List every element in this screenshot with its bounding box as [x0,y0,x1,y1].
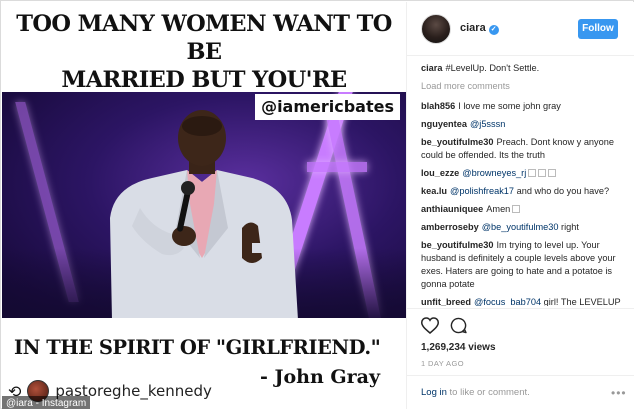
comment-icon[interactable] [450,317,467,334]
comment-username[interactable]: be_youtifulme30 [421,240,494,250]
comment-item: nguyentea @j5sssn [421,118,625,131]
heart-icon[interactable] [421,317,439,334]
author-username[interactable]: ciara ✓ [460,22,499,35]
comment-item: be_youtifulme30 Im trying to level up. Yo… [421,239,625,291]
comment-username[interactable]: blah856 [421,101,455,111]
author-avatar[interactable] [421,14,451,44]
comment-text: girl! The LEVELUP [543,297,621,306]
comment-item: lou_ezze @browneyes_rj [421,167,625,180]
post-media[interactable]: TOO MANY WOMEN WANT TO BE MARRIED BUT YO… [2,2,406,409]
add-comment-bar: Log in to like or comment. ••• [407,375,634,409]
post-caption: ciara #LevelUp. Don't Settle. [421,62,625,75]
instagram-source-tag: @iara - Instagram [2,396,91,409]
load-more-comments-link[interactable]: Load more comments [421,80,625,93]
meme-bottom-caption: IN THE SPIRIT OF "GIRLFRIEND." [14,336,381,359]
video-frame[interactable]: @iamericbates [2,92,406,318]
verified-badge-icon: ✓ [488,25,499,35]
comment-item: anthiauniquee Amen [421,203,625,216]
comment-item: amberroseby @be_youtifulme30 right [421,221,625,234]
caption-username[interactable]: ciara [421,63,442,73]
emoji-placeholder-icon [512,205,521,213]
speaker-figure [110,110,298,318]
top-caption-line-1: TOO MANY WOMEN WANT TO BE [16,11,392,65]
comment-username[interactable]: unfit_breed [421,297,471,306]
comment-mention[interactable]: @be_youtifulme30 [482,222,559,232]
comment-username[interactable]: nguyentea [421,119,467,129]
creator-watermark: @iamericbates [255,94,400,120]
comment-mention[interactable]: @polishfreak17 [450,186,514,196]
caption-text: #LevelUp. Don't Settle. [445,63,540,73]
post-actions: 1,269,234 views 1 DAY AGO Log in to like… [407,308,634,408]
post-timestamp: 1 DAY AGO [421,359,464,368]
login-prompt-rest: to like or comment. [449,387,530,398]
comment-text: Amen [486,204,511,214]
comment-item: be_youtifulme30 Preach. Dont know y anyon… [421,136,625,162]
emoji-placeholder-icon [528,169,537,177]
stage-neon-bar [307,162,367,172]
comment-username[interactable]: lou_ezze [421,168,459,178]
comment-item: unfit_breed @focus_bab704 girl! The LEVEL… [421,296,625,306]
comment-username[interactable]: anthiauniquee [421,204,483,214]
comment-username[interactable]: kea.lu [421,186,447,196]
comment-item: kea.lu @polishfreak17 and who do you have… [421,185,625,198]
comment-mention[interactable]: @j5sssn [470,119,505,129]
comment-text: and who do you have? [516,186,610,196]
post-sidebar: ciara ✓ Follow ciara #LevelUp. Don't Settl… [406,2,634,409]
comment-text: I love me some john gray [458,101,561,111]
comment-username[interactable]: amberroseby [421,222,479,232]
comment-text: right [561,222,579,232]
comment-item: blah856 I love me some john gray [421,100,625,113]
quote-attribution: - John Gray [260,366,380,388]
login-prompt: Log in to like or comment. [421,387,530,398]
comment-mention[interactable]: @browneyes_rj [462,168,526,178]
author-username-text[interactable]: ciara [460,22,486,34]
view-count: 1,269,234 views [421,342,496,353]
more-options-icon[interactable]: ••• [611,386,627,400]
comment-mention[interactable]: @focus_bab704 [474,297,541,306]
emoji-placeholder-icon [538,169,547,177]
instagram-post-window: TOO MANY WOMEN WANT TO BE MARRIED BUT YO… [0,0,634,409]
comments-list[interactable]: ciara #LevelUp. Don't Settle. Load more c… [421,62,625,306]
login-link[interactable]: Log in [421,387,447,398]
comment-username[interactable]: be_youtifulme30 [421,137,494,147]
follow-button[interactable]: Follow [578,19,618,39]
emoji-placeholder-icon [548,169,557,177]
post-header: ciara ✓ Follow [407,2,634,56]
